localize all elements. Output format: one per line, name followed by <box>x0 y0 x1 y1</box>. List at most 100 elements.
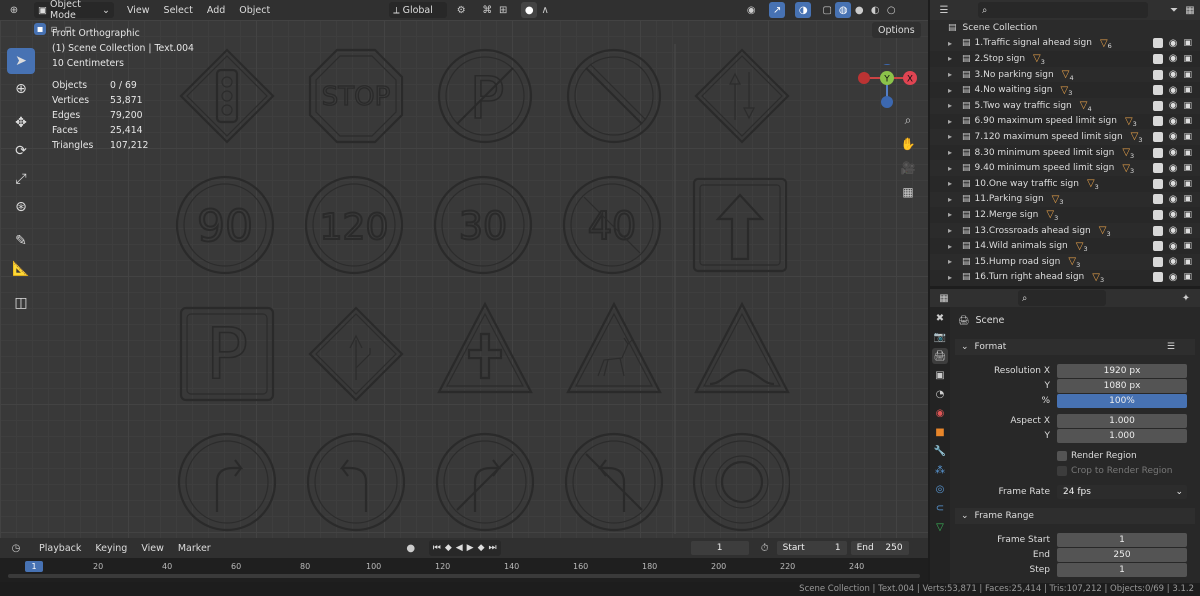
expand-arrow-icon[interactable]: ▸ <box>948 273 962 282</box>
object-tab-icon[interactable]: ■ <box>932 424 948 440</box>
outliner-row[interactable]: ▸ ▤ 5.Two way traffic sign ▽ 4 ◉ ▣ <box>930 97 1200 114</box>
outliner-row[interactable]: ▸ ▤ 15.Hump road sign ▽ 3 ◉ ▣ <box>930 253 1200 270</box>
eye-icon[interactable]: ◉ <box>1169 194 1178 205</box>
camera-icon[interactable]: ▣ <box>1183 132 1192 142</box>
play-icon[interactable]: ▶ <box>467 543 474 553</box>
shading-render-icon[interactable]: ○ <box>883 2 899 18</box>
camera-icon[interactable]: ▣ <box>1183 54 1192 64</box>
proportional-icon[interactable]: ● <box>521 2 538 18</box>
outliner[interactable]: ▤ Scene Collection ▸ ▤ 1.Traffic signal ahe… <box>930 20 1200 286</box>
options-button[interactable]: Options <box>872 22 921 38</box>
add-cube-icon[interactable]: ◫ <box>7 290 35 316</box>
outliner-search[interactable]: ⌕ <box>978 2 1148 18</box>
render-region-checkbox[interactable]: Render Region <box>1057 451 1137 461</box>
exclude-checkbox[interactable] <box>1152 225 1163 236</box>
scale-icon[interactable]: ⤢ <box>7 166 35 192</box>
expand-arrow-icon[interactable]: ▸ <box>948 101 962 110</box>
data-tab-icon[interactable]: ▽ <box>932 519 948 535</box>
outliner-row[interactable]: ▸ ▤ 13.Crossroads ahead sign ▽ 3 ◉ ▣ <box>930 222 1200 239</box>
camera-icon[interactable]: ▣ <box>1183 70 1192 80</box>
outliner-row[interactable]: ▸ ▤ 11.Parking sign ▽ 3 ◉ ▣ <box>930 191 1200 208</box>
expand-arrow-icon[interactable]: ▸ <box>948 117 962 126</box>
outliner-row[interactable]: ▸ ▤ 7.120 maximum speed limit sign ▽ 3 ◉ ▣ <box>930 129 1200 145</box>
expand-arrow-icon[interactable]: ▸ <box>948 39 962 48</box>
resolution-y-field[interactable]: 1080 px <box>1057 379 1187 393</box>
select-box-icon[interactable]: ➤ <box>7 48 35 74</box>
outliner-row[interactable]: ▸ ▤ 1.Traffic signal ahead sign ▽ 6 ◉ ▣ <box>930 35 1200 52</box>
particles-tab-icon[interactable]: ⁂ <box>932 462 948 478</box>
constraints-tab-icon[interactable]: ⊂ <box>932 500 948 516</box>
resolution-x-field[interactable]: 1920 px <box>1057 364 1187 378</box>
camera-icon[interactable]: ▣ <box>1183 241 1192 251</box>
exclude-checkbox[interactable] <box>1152 85 1163 96</box>
exclude-checkbox[interactable] <box>1152 147 1163 158</box>
exclude-checkbox[interactable] <box>1152 178 1163 189</box>
world-tab-icon[interactable]: ◉ <box>932 405 948 421</box>
render-tab-icon[interactable]: 📷 <box>932 329 948 345</box>
shading-material-icon[interactable]: ◐ <box>867 2 883 18</box>
camera-icon[interactable]: ▣ <box>1183 272 1192 282</box>
exclude-checkbox[interactable] <box>1152 100 1163 111</box>
exclude-checkbox[interactable] <box>1152 163 1163 174</box>
eye-icon[interactable]: ◉ <box>1169 100 1178 111</box>
outliner-row[interactable]: ▸ ▤ 2.Stop sign ▽ 3 ◉ ▣ <box>930 51 1200 67</box>
camera-icon[interactable]: ▣ <box>1183 101 1192 111</box>
properties-editor-icon[interactable]: ▦ <box>936 290 952 306</box>
frame-range-panel-header[interactable]: ⌄ Frame Range <box>955 508 1195 524</box>
zoom-icon[interactable]: ⌕ <box>900 112 916 128</box>
camera-icon[interactable]: ▣ <box>1183 163 1192 173</box>
view-layer-tab-icon[interactable]: ▣ <box>932 367 948 383</box>
cursor-icon[interactable]: ⊕ <box>7 76 35 102</box>
menu-playback[interactable]: Playback <box>32 543 88 554</box>
expand-arrow-icon[interactable]: ▸ <box>948 210 962 219</box>
clock-icon[interactable]: ◷ <box>8 540 24 556</box>
prev-key-icon[interactable]: ◆ <box>445 543 452 553</box>
scene-tab-icon[interactable]: ◔ <box>932 386 948 402</box>
menu-keying[interactable]: Keying <box>88 543 134 554</box>
camera-icon[interactable]: ▣ <box>1183 257 1192 267</box>
move-icon[interactable]: ✥ <box>7 110 35 136</box>
properties-search[interactable]: ⌕ <box>1018 290 1106 306</box>
snap-icon[interactable]: ⌘ <box>479 2 495 18</box>
outliner-row[interactable]: ▸ ▤ 3.No parking sign ▽ 4 ◉ ▣ <box>930 66 1200 83</box>
next-key-icon[interactable]: ◆ <box>478 543 485 553</box>
gizmo-toggle-icon[interactable]: ↗ <box>769 2 786 18</box>
expand-arrow-icon[interactable]: ▸ <box>948 179 962 188</box>
expand-arrow-icon[interactable]: ▸ <box>948 86 962 95</box>
playhead[interactable]: 1 <box>25 561 43 572</box>
eye-icon[interactable]: ◉ <box>1169 225 1178 236</box>
outliner-row[interactable]: ▸ ▤ 16.Turn right ahead sign ▽ 3 ◉ ▣ <box>930 270 1200 286</box>
overlay-toggle-icon[interactable]: ◑ <box>795 2 812 18</box>
expand-arrow-icon[interactable]: ▸ <box>948 242 962 251</box>
eye-icon[interactable]: ◉ <box>1169 69 1178 80</box>
physics-tab-icon[interactable]: ◎ <box>932 481 948 497</box>
camera-icon[interactable]: ▣ <box>1183 226 1192 236</box>
expand-arrow-icon[interactable]: ▸ <box>948 226 962 235</box>
menu-object[interactable]: Object <box>232 5 277 16</box>
eye-icon[interactable]: ◉ <box>1169 131 1178 142</box>
exclude-checkbox[interactable] <box>1152 131 1163 142</box>
menu-select[interactable]: Select <box>157 5 200 16</box>
expand-arrow-icon[interactable]: ▸ <box>948 54 962 63</box>
outliner-root[interactable]: ▤ Scene Collection <box>930 20 1200 36</box>
record-icon[interactable]: ● <box>403 540 419 556</box>
checkbox[interactable] <box>1057 451 1067 461</box>
new-collection-icon[interactable]: ▦ <box>1182 2 1198 18</box>
menu-timeline-view[interactable]: View <box>134 543 171 554</box>
camera-icon[interactable]: ▣ <box>1183 38 1192 48</box>
eye-icon[interactable]: ◉ <box>1169 53 1178 64</box>
menu-view[interactable]: View <box>120 5 157 16</box>
frame-rate-dropdown[interactable]: 24 fps ⌄ <box>1057 485 1187 499</box>
eye-icon[interactable]: ◉ <box>1169 178 1178 189</box>
rotate-icon[interactable]: ⟳ <box>7 138 35 164</box>
exclude-checkbox[interactable] <box>1152 38 1163 49</box>
menu-marker[interactable]: Marker <box>171 543 218 554</box>
select-new-icon[interactable]: ▪ <box>34 23 46 35</box>
eye-icon[interactable]: ◉ <box>1169 256 1178 267</box>
start-frame-field[interactable]: Start 1 <box>776 541 847 555</box>
expand-arrow-icon[interactable]: ▸ <box>948 195 962 204</box>
xray-icon[interactable]: ▢ <box>819 2 835 18</box>
outliner-row[interactable]: ▸ ▤ 9.40 minimum speed limit sign ▽ 3 ◉ ▣ <box>930 160 1200 176</box>
editor-type-icon[interactable]: ⊕ <box>6 2 22 18</box>
shading-wire-icon[interactable]: ◍ <box>835 2 852 18</box>
